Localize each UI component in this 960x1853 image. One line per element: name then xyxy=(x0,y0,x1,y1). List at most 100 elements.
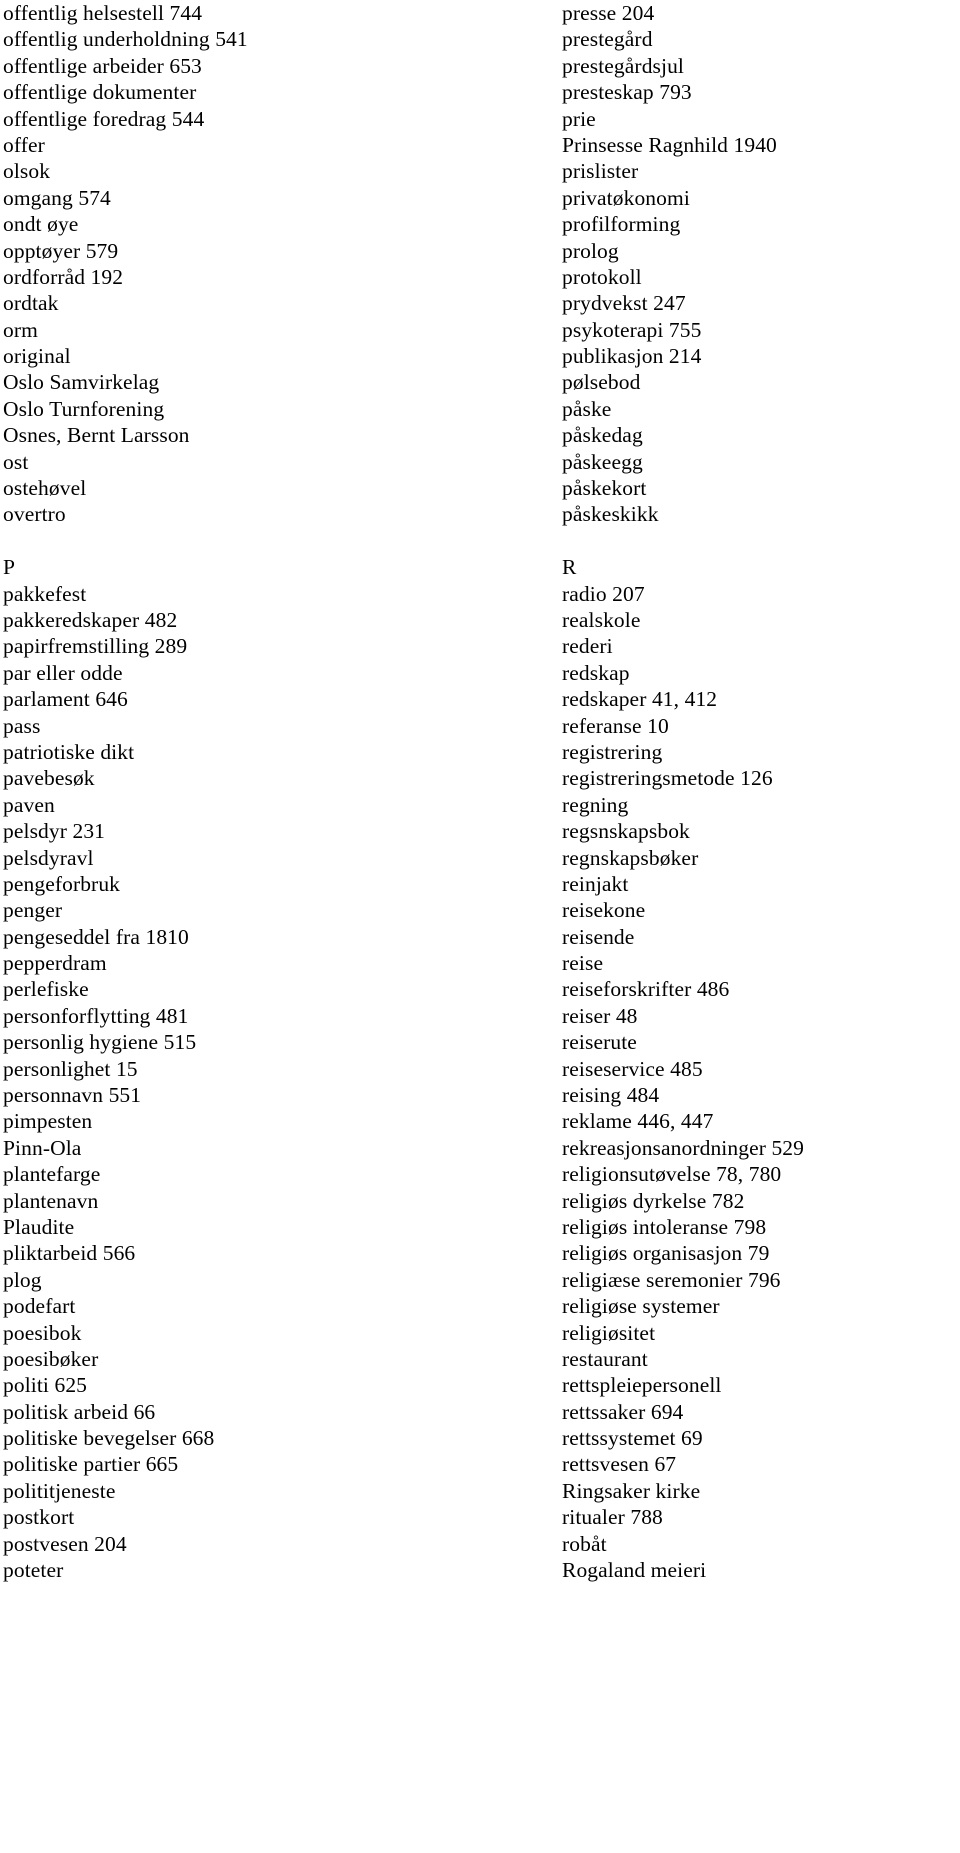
index-entry: påskeegg xyxy=(562,449,643,474)
index-entry: plantefarge xyxy=(3,1162,101,1187)
index-entry: religiøsitet xyxy=(562,1320,656,1345)
index-entry: rederi xyxy=(562,634,613,659)
index-entry: regsnskapsbok xyxy=(562,819,690,844)
index-entry: religionsutøvelse 78, 780 xyxy=(562,1162,782,1187)
index-entry: original xyxy=(3,344,71,369)
index-letter-heading: R xyxy=(562,555,577,580)
index-page: offentlig helsestell 744 offentlig underh… xyxy=(0,0,960,1853)
index-entry: reiseforskrifter 486 xyxy=(562,977,730,1002)
index-entry: pavebesøk xyxy=(3,766,95,791)
index-entry: offer xyxy=(3,132,45,157)
index-entry: reiser 48 xyxy=(562,1003,638,1028)
index-entry: profilforming xyxy=(562,212,681,237)
index-entry: pelsdyravl xyxy=(3,845,94,870)
index-entry: rettspleiepersonell xyxy=(562,1373,722,1398)
index-entry: penger xyxy=(3,898,63,923)
index-entry: protokoll xyxy=(562,264,642,289)
index-entry: presteskap 793 xyxy=(562,80,692,105)
index-entry: reiseservice 485 xyxy=(562,1056,703,1081)
index-entry: personforflytting 481 xyxy=(3,1003,189,1028)
index-entry: reiserute xyxy=(562,1030,637,1055)
index-entry: registreringsmetode 126 xyxy=(562,766,773,791)
index-entry: radio 207 xyxy=(562,581,645,606)
index-entry: Prinsesse Ragnhild 1940 xyxy=(562,132,777,157)
index-entry: Oslo Turnforening xyxy=(3,396,165,421)
index-entry: reklame 446, 447 xyxy=(562,1109,714,1134)
index-entry: referanse 10 xyxy=(562,713,669,738)
index-entry: orm xyxy=(3,317,38,342)
index-entry: ondt øye xyxy=(3,212,79,237)
index-entry: perlefiske xyxy=(3,977,89,1002)
index-entry: polititjeneste xyxy=(3,1478,116,1503)
index-entry: poesibok xyxy=(3,1320,82,1345)
index-entry: politi 625 xyxy=(3,1373,88,1398)
index-entry: Oslo Samvirkelag xyxy=(3,370,160,395)
index-entry: reising 484 xyxy=(562,1083,660,1108)
index-entry: prestegårdsjul xyxy=(562,53,685,78)
index-entry: religiøs dyrkelse 782 xyxy=(562,1188,745,1213)
index-entry: redskap xyxy=(562,660,630,685)
index-entry: regning xyxy=(562,792,629,817)
index-entry: pølsebod xyxy=(562,370,641,395)
index-entry: pengeforbruk xyxy=(3,871,121,896)
index-entry: prydvekst 247 xyxy=(562,291,686,316)
index-entry: paven xyxy=(3,792,55,817)
index-entry: poesibøker xyxy=(3,1346,99,1371)
index-entry: omgang 574 xyxy=(3,185,111,210)
index-entry: pakkefest xyxy=(3,581,87,606)
index-entry: reisekone xyxy=(562,898,646,923)
index-entry: reinjakt xyxy=(562,871,629,896)
index-entry: personlig hygiene 515 xyxy=(3,1030,197,1055)
index-entry: realskole xyxy=(562,607,641,632)
index-entry: personnavn 551 xyxy=(3,1083,142,1108)
index-entry: offentlige arbeider 653 xyxy=(3,53,202,78)
index-entry: rekreasjonsanordninger 529 xyxy=(562,1135,805,1160)
index-entry: påskeskikk xyxy=(562,502,659,527)
index-column-left: offentlig helsestell 744 offentlig underh… xyxy=(3,0,543,1583)
index-entry: pengeseddel fra 1810 xyxy=(3,924,189,949)
index-entry: prolog xyxy=(562,238,619,263)
index-entry: redskaper 41, 412 xyxy=(562,687,718,712)
index-entry: ost xyxy=(3,449,29,474)
index-entry: prie xyxy=(562,106,596,131)
index-entry: politiske bevegelser 668 xyxy=(3,1426,215,1451)
index-column-right: presse 204 prestegård prestegårdsjul preste… xyxy=(562,0,958,1583)
index-entry: postvesen 204 xyxy=(3,1531,127,1556)
index-entry: politisk arbeid 66 xyxy=(3,1399,156,1424)
index-entry: rettssystemet 69 xyxy=(562,1426,703,1451)
index-entry: påskekort xyxy=(562,476,647,501)
index-entry: overtro xyxy=(3,502,66,527)
index-entry: Rogaland meieri xyxy=(562,1558,707,1583)
index-letter-heading: P xyxy=(3,555,16,580)
index-entry: pakkeredskaper 482 xyxy=(3,607,178,632)
index-entry: politiske partier 665 xyxy=(3,1452,179,1477)
index-entry: privatøkonomi xyxy=(562,185,690,210)
index-entry: offentlige dokumenter xyxy=(3,80,197,105)
index-entry: ostehøvel xyxy=(3,476,87,501)
index-entry: påske xyxy=(562,396,612,421)
index-entry: Osnes, Bernt Larsson xyxy=(3,423,190,448)
index-entry: publikasjon 214 xyxy=(562,344,702,369)
index-entry: pimpesten xyxy=(3,1109,93,1134)
index-entry: religiøs organisasjon 79 xyxy=(562,1241,770,1266)
index-entry: plog xyxy=(3,1267,42,1292)
index-entry: podefart xyxy=(3,1294,76,1319)
index-entry: religiøs intoleranse 798 xyxy=(562,1214,767,1239)
index-entry: ordforråd 192 xyxy=(3,264,124,289)
index-entry: offentlig underholdning 541 xyxy=(3,27,248,52)
index-entry: ordtak xyxy=(3,291,59,316)
index-entry: pass xyxy=(3,713,41,738)
index-entry: pelsdyr 231 xyxy=(3,819,106,844)
index-entry: offentlige foredrag 544 xyxy=(3,106,205,131)
index-entry: plantenavn xyxy=(3,1188,99,1213)
index-entry: påskedag xyxy=(562,423,643,448)
index-entry: prislister xyxy=(562,159,639,184)
index-entry: offentlig helsestell 744 xyxy=(3,1,203,25)
index-entry: registrering xyxy=(562,739,663,764)
index-entry: ritualer 788 xyxy=(562,1505,663,1530)
index-entry: reisende xyxy=(562,924,635,949)
index-entry: presse 204 xyxy=(562,1,655,25)
index-entry: par eller odde xyxy=(3,660,123,685)
section-spacer xyxy=(562,528,958,554)
index-entry: religiøse systemer xyxy=(562,1294,720,1319)
